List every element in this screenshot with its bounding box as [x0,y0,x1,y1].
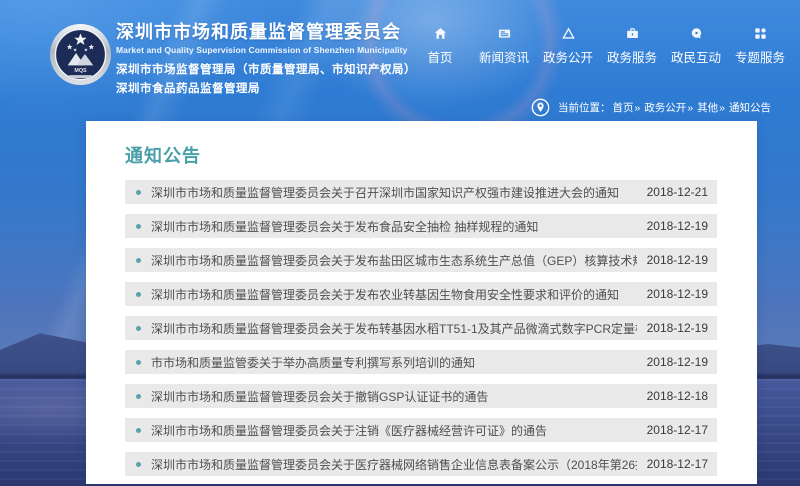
notice-date: 2018-12-19 [647,321,708,335]
nav-item-label: 新闻资讯 [479,47,529,66]
nav-item[interactable]: 专题服务 [728,27,792,66]
notice-row[interactable]: 深圳市市场和质量监督管理委员会关于注销《医疗器械经营许可证》的通告 2018-1… [125,418,717,442]
nav-item[interactable]: 政务公开 [536,27,600,66]
bullet-icon [136,428,141,433]
main-nav: 首页 新闻资讯 政务公开 政务服务 政民互动 专题服务 [408,27,792,66]
svg-text:MQS: MQS [74,68,87,74]
breadcrumb-separator: » [687,102,693,114]
breadcrumb-items: 首页»政务公开»其他»通知公告 [612,100,771,115]
bullet-icon [136,360,141,365]
bullet-icon [136,258,141,263]
site-title: 深圳市市场和质量监督管理委员会 [116,23,401,42]
notice-row[interactable]: 深圳市市场和质量监督管理委员会关于撤销GSP认证证书的通告 2018-12-18 [125,384,717,408]
notice-date: 2018-12-21 [647,185,708,199]
bullet-icon [136,224,141,229]
notice-link[interactable]: 深圳市市场和质量监督管理委员会关于撤销GSP认证证书的通告 [151,388,637,405]
breadcrumb-separator: » [634,102,640,114]
breadcrumb-link[interactable]: 通知公告 [729,100,771,115]
org-line-1: 深圳市市场监督管理局（市质量管理局、市知识产权局） [116,61,416,77]
topics-icon [754,27,767,40]
services-icon [626,27,639,40]
disclosure-icon [562,27,575,40]
notice-link[interactable]: 市市场和质量监管委关于举办高质量专利撰写系列培训的通知 [151,354,637,371]
notice-link[interactable]: 深圳市市场和质量监督管理委员会关于发布农业转基因生物食用安全性要求和评价的通知 [151,286,637,303]
notice-link[interactable]: 深圳市市场和质量监督管理委员会关于注销《医疗器械经营许可证》的通告 [151,422,637,439]
agency-seal-logo: MQS [49,23,112,86]
breadcrumb: 当前位置： 首页»政务公开»其他»通知公告 [531,98,771,117]
bullet-icon [136,394,141,399]
nav-item[interactable]: 政民互动 [664,27,728,66]
nav-item-label: 政务公开 [543,47,593,66]
news-icon [498,27,511,40]
notice-link[interactable]: 深圳市市场和质量监督管理委员会关于发布盐田区城市生态系统生产总值（GEP）核算技… [151,252,637,269]
nav-item-label: 首页 [427,47,452,66]
page-title: 通知公告 [125,147,717,165]
notice-list: 深圳市市场和质量监督管理委员会关于召开深圳市国家知识产权强市建设推进大会的通知 … [125,180,717,476]
notice-link[interactable]: 深圳市市场和质量监督管理委员会关于发布食品安全抽检 抽样规程的通知 [151,218,637,235]
content-panel: 通知公告 深圳市市场和质量监督管理委员会关于召开深圳市国家知识产权强市建设推进大… [86,121,757,484]
nav-item[interactable]: 首页 [408,27,472,66]
notice-link[interactable]: 深圳市市场和质量监督管理委员会关于医疗器械网络销售企业信息表备案公示（2018年… [151,456,637,473]
home-icon [434,27,447,40]
notice-date: 2018-12-17 [647,423,708,437]
breadcrumb-link[interactable]: 政务公开 [644,100,686,115]
notice-date: 2018-12-18 [647,389,708,403]
notice-row[interactable]: 深圳市市场和质量监督管理委员会关于发布农业转基因生物食用安全性要求和评价的通知 … [125,282,717,306]
notice-date: 2018-12-19 [647,355,708,369]
notice-row[interactable]: 深圳市市场和质量监督管理委员会关于发布转基因水稻TT51-1及其产品微滴式数字P… [125,316,717,340]
notice-row[interactable]: 深圳市市场和质量监督管理委员会关于发布食品安全抽检 抽样规程的通知 2018-1… [125,214,717,238]
nav-item-label: 政民互动 [671,47,721,66]
notice-date: 2018-12-17 [647,457,708,471]
nav-item-label: 政务服务 [607,47,657,66]
notice-link[interactable]: 深圳市市场和质量监督管理委员会关于召开深圳市国家知识产权强市建设推进大会的通知 [151,184,637,201]
notice-date: 2018-12-19 [647,219,708,233]
notice-row[interactable]: 深圳市市场和质量监督管理委员会关于医疗器械网络销售企业信息表备案公示（2018年… [125,452,717,476]
interaction-icon [690,27,703,40]
breadcrumb-prefix: 当前位置： [558,100,611,115]
site-title-english: Market and Quality Supervision Commissio… [116,45,407,55]
nav-item-label: 专题服务 [735,47,785,66]
notice-row[interactable]: 深圳市市场和质量监督管理委员会关于召开深圳市国家知识产权强市建设推进大会的通知 … [125,180,717,204]
notice-date: 2018-12-19 [647,287,708,301]
breadcrumb-separator: » [719,102,725,114]
notice-row[interactable]: 深圳市市场和质量监督管理委员会关于发布盐田区城市生态系统生产总值（GEP）核算技… [125,248,717,272]
breadcrumb-link[interactable]: 首页 [612,100,633,115]
bullet-icon [136,190,141,195]
bullet-icon [136,462,141,467]
location-pin-icon [531,98,550,117]
org-line-2: 深圳市食品药品监督管理局 [116,80,260,96]
notice-date: 2018-12-19 [647,253,708,267]
nav-item[interactable]: 政务服务 [600,27,664,66]
notice-row[interactable]: 市市场和质量监管委关于举办高质量专利撰写系列培训的通知 2018-12-19 [125,350,717,374]
notice-link[interactable]: 深圳市市场和质量监督管理委员会关于发布转基因水稻TT51-1及其产品微滴式数字P… [151,320,637,337]
bullet-icon [136,326,141,331]
bullet-icon [136,292,141,297]
breadcrumb-link[interactable]: 其他 [697,100,718,115]
nav-item[interactable]: 新闻资讯 [472,27,536,66]
